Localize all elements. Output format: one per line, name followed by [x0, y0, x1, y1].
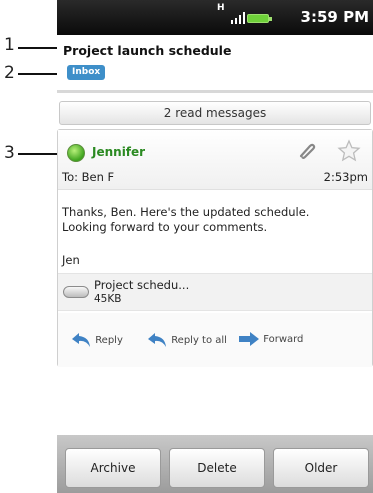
forward-label: Forward: [263, 334, 304, 345]
reply-icon: [72, 333, 90, 347]
attachment-clip-icon: [299, 143, 316, 159]
callout-2: 2: [4, 63, 15, 83]
archive-button[interactable]: Archive: [65, 448, 161, 488]
forward-icon: [239, 332, 259, 346]
reply-all-label: Reply to all: [171, 335, 227, 346]
reply-button[interactable]: Reply: [70, 331, 123, 349]
callout-1: 1: [4, 35, 15, 55]
message-header[interactable]: Jennifer To: Ben F 2:53pm: [58, 130, 372, 190]
sender-name[interactable]: Jennifer: [92, 145, 145, 159]
forward-button[interactable]: Forward: [238, 331, 303, 347]
reply-label: Reply: [95, 335, 123, 346]
read-messages-button[interactable]: 2 read messages: [59, 101, 371, 125]
attachment-item[interactable]: Project schedu... 45KB: [58, 273, 372, 311]
battery-icon: [247, 14, 272, 23]
status-time: 3:59 PM: [300, 8, 369, 26]
attachment-name: Project schedu...: [94, 278, 190, 292]
delete-button[interactable]: Delete: [169, 448, 265, 488]
recipient-line: To: Ben F: [62, 170, 115, 184]
older-button[interactable]: Older: [273, 448, 369, 488]
callout-3: 3: [4, 143, 15, 163]
message-card: Jennifer To: Ben F 2:53pm Thanks, Ben. H…: [57, 129, 373, 367]
signature: Jen: [62, 253, 80, 267]
bottom-toolbar: Archive Delete Older: [57, 435, 373, 493]
status-bar: H 3:59 PM: [57, 0, 373, 35]
star-icon[interactable]: [337, 139, 361, 163]
reply-all-button[interactable]: Reply to all: [146, 331, 227, 349]
message-actions: Reply Reply to all Forward: [58, 313, 372, 367]
phone-screen: H 3:59 PM Project launch schedule Inbox …: [57, 0, 373, 493]
header-divider: [57, 90, 373, 93]
signal-icon: [231, 12, 245, 24]
inbox-label-badge[interactable]: Inbox: [67, 65, 106, 80]
body-line-2: Looking forward to your comments.: [62, 220, 268, 234]
network-type: H: [217, 3, 225, 13]
body-line-1: Thanks, Ben. Here's the updated schedule…: [62, 205, 310, 219]
reply-all-icon: [148, 333, 166, 347]
message-body: Thanks, Ben. Here's the updated schedule…: [62, 205, 368, 235]
attachment-icon: [63, 286, 89, 298]
callout-1-line: [18, 47, 60, 49]
message-time: 2:53pm: [323, 170, 368, 184]
email-subject: Project launch schedule: [63, 43, 232, 58]
attachment-size: 45KB: [94, 293, 122, 305]
presence-icon: [67, 144, 85, 162]
